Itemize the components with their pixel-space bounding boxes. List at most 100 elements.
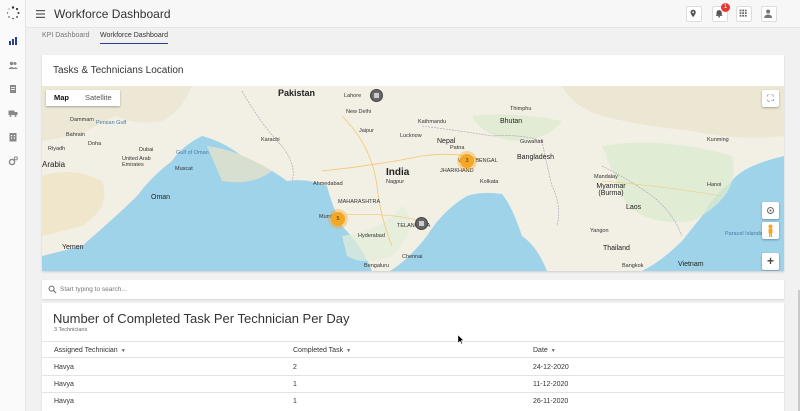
map-card-title: Tasks & Technicians Location: [53, 65, 184, 76]
apps-grid-icon: [739, 9, 747, 17]
map-label-maharashtra: MAHARASHTRA: [338, 199, 381, 205]
map-label-patna: Patna: [450, 145, 465, 151]
table-cell: 1: [293, 398, 297, 405]
my-location-button[interactable]: [762, 202, 779, 219]
map-label-pakistan: Pakistan: [278, 88, 316, 98]
map-type-map[interactable]: Map: [46, 90, 77, 106]
map-label-paracel-islands: Paracel Islands: [725, 231, 763, 237]
divider: [42, 357, 784, 358]
left-nav-rail: [0, 0, 26, 411]
map-type-satellite[interactable]: Satellite: [77, 90, 120, 106]
map-label-gulf-of-oman: Gulf of Oman: [176, 150, 209, 156]
tab-kpi-dashboard[interactable]: KPI Dashboard: [42, 32, 89, 43]
search-input[interactable]: [60, 282, 760, 297]
apps-button[interactable]: [736, 6, 752, 22]
map-label-bhutan: Bhutan: [500, 118, 523, 125]
table-cell: Havya: [54, 364, 74, 371]
map-label-ahmedabad: Ahmedabad: [313, 181, 343, 187]
row-divider: [42, 375, 784, 376]
column-header-completed-task[interactable]: Completed Task ▼: [293, 347, 351, 354]
zoom-in-button[interactable]: +: [762, 253, 779, 270]
map-label-jaipur: Jaipur: [359, 128, 374, 134]
street-view-pegman[interactable]: [762, 222, 779, 239]
location-button[interactable]: [686, 6, 702, 22]
sort-down-icon: ▼: [346, 348, 352, 354]
map-type-toggle: Map Satellite: [46, 90, 120, 106]
map-label-hyderabad: Hyderabad: [358, 233, 385, 239]
table-subtitle: 3 Technicians: [54, 327, 88, 333]
users-icon[interactable]: [8, 60, 18, 70]
map-label-karachi: Karachi: [261, 137, 280, 143]
column-header-technician[interactable]: Assigned Technician ▼: [54, 347, 126, 354]
mouse-cursor-icon: [458, 335, 464, 344]
map-label-laos: Laos: [626, 204, 642, 211]
pegman-icon: [768, 224, 773, 237]
dashboard-tabs: KPI Dashboard Workforce Dashboard: [26, 28, 800, 46]
map-label-myanmar: Myanmar (Burma): [596, 183, 626, 197]
search-icon: [48, 285, 57, 294]
table-cell: 26-11-2020: [533, 398, 569, 405]
map-label-lucknow: Lucknow: [400, 133, 422, 139]
notification-badge: 1: [721, 3, 730, 12]
map-label-thailand: Thailand: [603, 245, 630, 252]
page-title: Workforce Dashboard: [54, 7, 171, 21]
map-label-riyadh: Riyadh: [48, 146, 66, 152]
location-pin-icon: [690, 9, 696, 18]
map-label-vietnam: Vietnam: [678, 261, 704, 268]
map-label-bangkok: Bangkok: [622, 263, 644, 269]
map-label-muscat: Muscat: [175, 166, 193, 172]
user-icon: [764, 9, 773, 18]
table-cell: 1: [293, 381, 297, 388]
map-label-chennai: Chennai: [402, 254, 423, 260]
sort-down-icon: ▼: [550, 348, 556, 354]
map-label-nagpur: Nagpur: [386, 179, 405, 185]
map-label-hanoi: Hanoi: [707, 182, 722, 188]
row-divider: [42, 392, 784, 393]
map-label-yemen: Yemen: [62, 244, 84, 251]
map-label-bangladesh: Bangladesh: [517, 154, 554, 161]
map-label-thimphu: Thimphu: [510, 106, 532, 112]
search-bar: [42, 280, 784, 299]
map-label-oman: Oman: [151, 194, 171, 201]
fullscreen-button[interactable]: ⛶: [762, 90, 779, 107]
document-icon[interactable]: [8, 84, 18, 94]
technician-marker[interactable]: [370, 89, 383, 102]
table-cell: Havya: [54, 381, 74, 388]
column-header-label: Date: [533, 347, 548, 354]
building-icon[interactable]: [8, 132, 18, 142]
menu-icon[interactable]: [36, 10, 45, 18]
user-menu-button[interactable]: [761, 6, 777, 22]
map-label-india: India: [386, 167, 410, 178]
app-logo-icon[interactable]: [6, 6, 20, 20]
map-label-guwahati: Guwahati: [520, 139, 544, 145]
map-label-dammam: Dammam: [70, 117, 94, 123]
notifications-button[interactable]: 1: [712, 3, 730, 22]
map-label-kunming: Kunming: [707, 137, 729, 143]
map-label-mandalay: Mandalay: [594, 174, 618, 180]
map-label-bahrain: Bahrain: [66, 132, 85, 138]
tab-workforce-dashboard[interactable]: Workforce Dashboard: [100, 32, 168, 44]
task-cluster-marker[interactable]: 5: [331, 212, 345, 226]
map-label-kathmandu: Kathmandu: [418, 119, 447, 125]
column-header-date[interactable]: Date ▼: [533, 347, 556, 354]
sort-down-icon: ▼: [120, 348, 126, 354]
map-card: Tasks & Technicians Location Map Satelli…: [42, 55, 784, 271]
truck-icon[interactable]: [8, 108, 18, 118]
column-header-label: Assigned Technician: [54, 347, 118, 354]
table-cell: Havya: [54, 398, 74, 405]
map-label-lahore: Lahore: [344, 93, 362, 99]
settings-icon[interactable]: [8, 156, 18, 166]
table-cell: 24-12-2020: [533, 364, 569, 371]
crosshair-icon: [767, 207, 774, 214]
map-label-dubai: Dubai: [139, 147, 154, 153]
chart-icon[interactable]: [8, 36, 18, 46]
task-cluster-marker[interactable]: 3: [460, 154, 474, 168]
map-label-kolkata: Kolkata: [480, 179, 499, 185]
map-label-bengaluru: Bengaluru: [364, 263, 390, 269]
map-label-nepal: Nepal: [437, 138, 456, 145]
map-land-shapes: [42, 86, 784, 271]
technician-marker[interactable]: [415, 217, 428, 230]
tasks-technicians-map[interactable]: Map Satellite Pakistan India Oman Yemen …: [42, 86, 784, 271]
map-label-jharkhand: JHARKHAND: [440, 168, 474, 174]
top-app-bar: Workforce Dashboard 1: [26, 0, 800, 28]
